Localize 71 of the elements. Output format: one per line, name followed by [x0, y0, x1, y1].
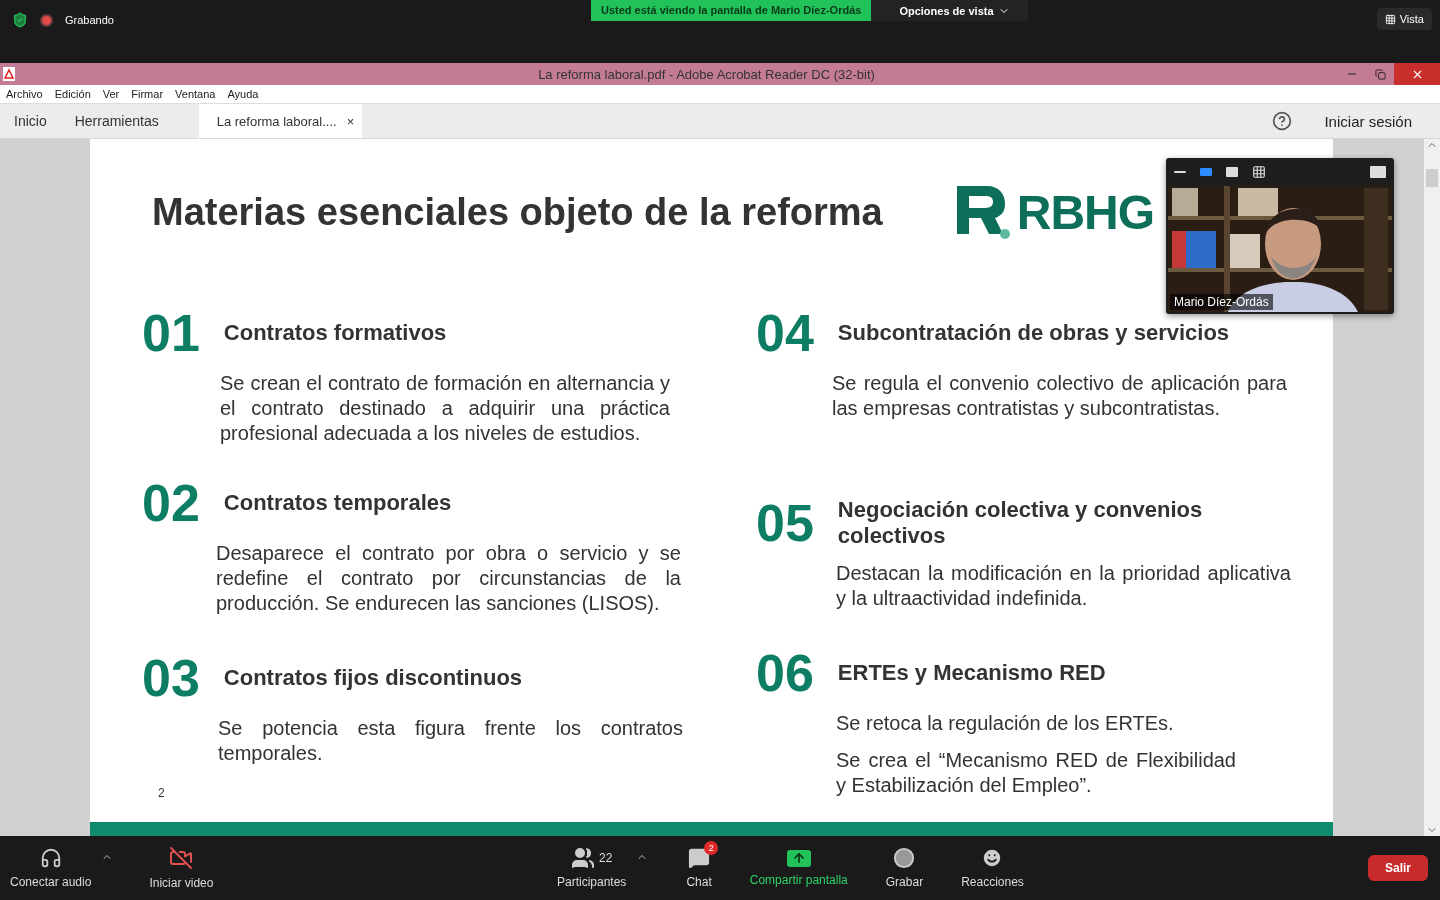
record-icon [893, 847, 916, 869]
section-number: 03 [142, 652, 200, 704]
section-text: Se retoca la regulación de los ERTEs. [836, 711, 1175, 736]
window-icon[interactable] [1370, 166, 1386, 178]
section-heading: Contratos fijos discontinuos [223, 665, 523, 691]
section-number: 01 [142, 307, 200, 359]
toolbar-button[interactable]: 22 Participantes [557, 847, 649, 889]
section-number: 05 [756, 497, 814, 549]
menu-item[interactable]: Ver [102, 88, 120, 100]
speaker-view-icon[interactable] [1200, 168, 1212, 176]
sign-in-button[interactable]: Iniciar sesión [1318, 111, 1418, 131]
section-heading: Contratos temporales [223, 490, 452, 516]
scrollbar-thumb[interactable] [1426, 169, 1438, 187]
menu-item[interactable]: Edición [54, 88, 91, 100]
section-text: Desaparece el contrato por obra o servicio y se redefine el contrato por circunstancias de la producción. Se endurecen las sanciones (LISOS). [216, 541, 681, 616]
menu-item[interactable]: Ventana [175, 88, 216, 100]
grid-icon [1384, 13, 1396, 25]
recording-label: Grabando [65, 14, 114, 26]
section-text: Se regula el convenio colectivo de aplicación para las empresas contratistas y subcontratistas. [832, 371, 1287, 421]
tab-label: La reforma laboral.... [216, 113, 337, 129]
stacked-view-icon[interactable] [1226, 167, 1238, 177]
recording-dot [40, 13, 53, 27]
menu-item[interactable]: Ayuda [227, 88, 259, 100]
page-number: 2 [158, 786, 165, 800]
window-title: La reforma laboral.pdf - Adobe Acrobat Reader DC (32-bit) [537, 66, 876, 82]
section-number: 06 [756, 647, 814, 699]
unread-badge: 2 [704, 841, 719, 855]
close-tab-button[interactable]: × [346, 113, 355, 129]
participant-count: 22 [599, 851, 613, 865]
logo-mark-icon [954, 184, 1011, 240]
chat-icon [688, 847, 711, 869]
toolbar-button[interactable]: Grabar [885, 847, 924, 889]
section-heading: ERTEs y Mecanismo RED [837, 660, 1106, 686]
toolbar-button[interactable]: Compartir pantalla [749, 849, 848, 887]
section-heading: Contratos formativos [223, 320, 447, 346]
tab[interactable]: Herramientas [60, 104, 173, 138]
section-text: Se potencia esta figura frente los contratos temporales. [218, 716, 683, 766]
minimize-video-icon[interactable] [1174, 171, 1186, 173]
shield-icon [12, 12, 28, 28]
section-heading: Subcontratación de obras y servicios [837, 320, 1230, 346]
toolbar-button[interactable]: Reacciones [961, 847, 1024, 889]
section-number: 04 [756, 307, 814, 359]
menu-item[interactable]: Archivo [6, 88, 43, 100]
headphones-icon [39, 847, 62, 869]
view-options-button[interactable]: Opciones de vista [871, 0, 1028, 21]
scrollbar[interactable] [1424, 139, 1440, 836]
share-screen-icon [786, 849, 811, 867]
pdf-icon [3, 67, 15, 81]
grid-view-icon[interactable] [1252, 165, 1266, 179]
logo-text: RBHG [1016, 185, 1155, 240]
menu-item[interactable]: Firmar [131, 88, 164, 100]
section-text: Destacan la modificación en la prioridad aplicativa y la ultraactividad indefinida. [836, 561, 1291, 611]
view-button[interactable]: Vista [1376, 8, 1432, 30]
section-text: Se crean el contrato de formación en alternancia y el contrato destinado a adquirir una práctica profesional adecuada a los niveles de estudios. [220, 371, 670, 446]
toolbar-button[interactable]: Conectar audio [10, 847, 114, 889]
toolbar-button[interactable]: Iniciar video [149, 846, 214, 890]
help-icon[interactable] [1272, 111, 1293, 131]
smiley-icon [981, 847, 1004, 869]
section-number: 02 [142, 477, 200, 529]
restore-icon [1374, 68, 1386, 80]
close-button[interactable] [1394, 63, 1440, 85]
people-icon [571, 846, 595, 870]
tab[interactable]: Inicio [0, 104, 61, 138]
sharing-banner: Usted está viendo la pantalla de Mario Díez-Ordás [591, 0, 872, 21]
leave-button[interactable]: Salir [1368, 855, 1428, 881]
section-heading: Negociación colectiva y convenios colectivos [837, 497, 1204, 549]
section-text: Se crea el “Mecanismo RED de Flexibilidad y Estabilización del Empleo”. [836, 748, 1236, 798]
participant-name: Mario Díez-Ordás [1170, 294, 1273, 310]
video-off-icon [169, 846, 194, 870]
slide-title: Materias esenciales objeto de la reforma [152, 190, 883, 234]
tab[interactable]: La reforma laboral.... × [198, 104, 363, 138]
